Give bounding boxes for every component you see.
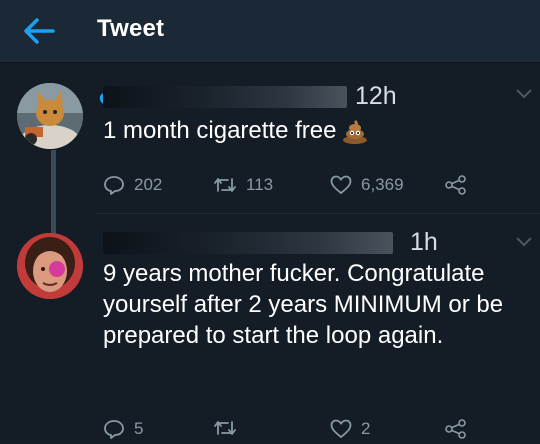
tweet-text-body: 1 month cigarette free — [103, 117, 337, 144]
like-button[interactable]: 2 — [330, 419, 370, 439]
thread-connector-line — [51, 150, 56, 236]
share-icon — [445, 419, 466, 439]
retweet-count: 113 — [246, 175, 274, 194]
tweet-text: 9 years mother fucker. Congratulate your… — [103, 260, 504, 349]
like-count: 6,369 — [361, 175, 404, 194]
avatar[interactable] — [17, 233, 83, 299]
cat-astronaut-avatar-icon — [17, 83, 83, 149]
tweet-timestamp: 1h — [410, 228, 438, 256]
retweet-icon — [214, 178, 236, 192]
poop-emoji-icon — [343, 119, 368, 144]
chevron-down-icon[interactable] — [515, 88, 533, 100]
back-arrow-icon[interactable] — [22, 16, 56, 46]
reply-button[interactable]: 5 — [103, 419, 143, 439]
tweet-timestamp: 12h — [355, 82, 397, 110]
reply-icon — [104, 420, 124, 439]
reply-count: 202 — [134, 175, 163, 194]
retweet-button[interactable] — [213, 419, 246, 437]
chevron-down-icon[interactable] — [515, 236, 533, 248]
person-avatar-icon — [17, 233, 83, 299]
avatar[interactable] — [17, 83, 83, 149]
page-title: Tweet — [97, 15, 165, 42]
reply-count: 5 — [134, 419, 144, 438]
heart-icon — [330, 175, 352, 195]
tweet-text: 1 month cigarette free — [103, 115, 368, 146]
like-button[interactable]: 6,369 — [330, 175, 404, 195]
redacted-username — [103, 232, 393, 254]
retweet-icon — [214, 421, 236, 435]
reply-icon — [104, 176, 124, 195]
heart-icon — [330, 419, 352, 439]
reply-button[interactable]: 202 — [103, 175, 162, 195]
top-bar: Tweet — [0, 0, 540, 63]
share-icon — [445, 175, 466, 195]
share-button[interactable] — [445, 175, 476, 195]
tweet-divider — [96, 213, 540, 214]
redacted-username — [103, 86, 347, 108]
retweet-button[interactable]: 113 — [213, 175, 273, 195]
share-button[interactable] — [445, 419, 476, 439]
like-count: 2 — [361, 419, 371, 438]
